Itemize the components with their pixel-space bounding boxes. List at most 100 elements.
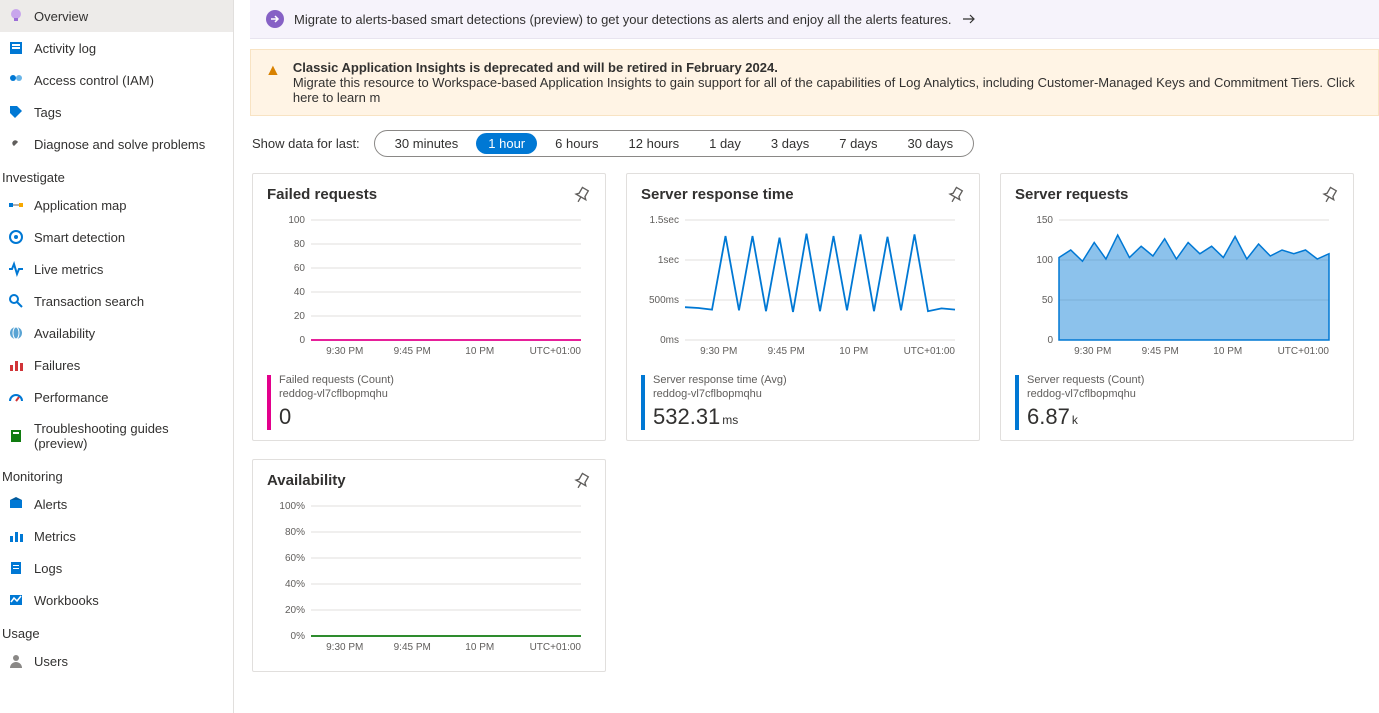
search-icon	[8, 293, 24, 309]
svg-text:20: 20	[294, 311, 306, 322]
pin-icon[interactable]	[573, 186, 591, 204]
book-icon	[8, 428, 24, 444]
app-map-icon	[8, 197, 24, 213]
pin-icon[interactable]	[947, 186, 965, 204]
legend-color-bar	[267, 375, 271, 430]
sidebar-item-live-metrics[interactable]: Live metrics	[0, 253, 233, 285]
globe-icon	[8, 325, 24, 341]
pill-12h[interactable]: 12 hours	[617, 133, 692, 154]
sidebar-item-smart-detection[interactable]: Smart detection	[0, 221, 233, 253]
svg-text:9:30 PM: 9:30 PM	[700, 346, 737, 357]
sidebar-item-label: Application map	[34, 198, 127, 213]
log-icon	[8, 40, 24, 56]
time-range-label: Show data for last:	[252, 136, 360, 151]
card-server-response-time[interactable]: Server response time 1.5sec1sec500ms0ms9…	[626, 173, 980, 441]
pill-30m[interactable]: 30 minutes	[383, 133, 471, 154]
pin-icon[interactable]	[1321, 186, 1339, 204]
sidebar-item-application-map[interactable]: Application map	[0, 189, 233, 221]
sidebar-item-performance[interactable]: Performance	[0, 381, 233, 413]
card-failed-requests[interactable]: Failed requests 1008060402009:30 PM9:45 …	[252, 173, 606, 441]
sidebar-item-troubleshooting[interactable]: Troubleshooting guides (preview)	[0, 413, 233, 459]
svg-text:10 PM: 10 PM	[465, 642, 494, 653]
chart-availability: 100%80%60%40%20%0%9:30 PM9:45 PM10 PMUTC…	[267, 498, 587, 658]
sidebar-item-label: Users	[34, 654, 68, 669]
pill-6h[interactable]: 6 hours	[543, 133, 610, 154]
card-availability[interactable]: Availability 100%80%60%40%20%0%9:30 PM9:…	[252, 459, 606, 672]
gauge-icon	[8, 389, 24, 405]
sidebar-item-diagnose[interactable]: Diagnose and solve problems	[0, 128, 233, 160]
sidebar-item-logs[interactable]: Logs	[0, 552, 233, 584]
sidebar-item-label: Troubleshooting guides (preview)	[34, 421, 223, 451]
sidebar-item-label: Activity log	[34, 41, 96, 56]
sidebar-item-workbooks[interactable]: Workbooks	[0, 584, 233, 616]
svg-text:500ms: 500ms	[649, 295, 679, 306]
pill-7d[interactable]: 7 days	[827, 133, 889, 154]
sidebar-item-activity-log[interactable]: Activity log	[0, 32, 233, 64]
sidebar-item-label: Live metrics	[34, 262, 103, 277]
banner-text: Migrate to alerts-based smart detections…	[294, 12, 952, 27]
pill-1d[interactable]: 1 day	[697, 133, 753, 154]
sidebar-item-label: Alerts	[34, 497, 67, 512]
svg-text:UTC+01:00: UTC+01:00	[530, 642, 582, 653]
time-range-pills: 30 minutes 1 hour 6 hours 12 hours 1 day…	[374, 130, 974, 157]
sidebar-item-transaction-search[interactable]: Transaction search	[0, 285, 233, 317]
svg-text:10 PM: 10 PM	[1213, 346, 1242, 357]
svg-text:60: 60	[294, 263, 306, 274]
sidebar-item-label: Access control (IAM)	[34, 73, 154, 88]
sidebar-item-label: Availability	[34, 326, 95, 341]
sidebar-group-monitoring: Monitoring	[0, 459, 233, 488]
workbooks-icon	[8, 592, 24, 608]
metrics-icon	[8, 528, 24, 544]
smart-detection-banner[interactable]: Migrate to alerts-based smart detections…	[250, 0, 1379, 39]
svg-text:9:30 PM: 9:30 PM	[326, 642, 363, 653]
svg-text:9:45 PM: 9:45 PM	[394, 346, 431, 357]
svg-text:10 PM: 10 PM	[839, 346, 868, 357]
warning-body: Migrate this resource to Workspace-based…	[293, 75, 1364, 105]
pin-icon[interactable]	[573, 472, 591, 490]
svg-text:80%: 80%	[285, 527, 305, 538]
svg-text:100%: 100%	[279, 501, 305, 512]
svg-text:150: 150	[1036, 215, 1053, 226]
warning-icon: ▲	[265, 60, 281, 105]
sidebar-item-tags[interactable]: Tags	[0, 96, 233, 128]
svg-text:9:30 PM: 9:30 PM	[1074, 346, 1111, 357]
sidebar-item-label: Smart detection	[34, 230, 125, 245]
pill-1h[interactable]: 1 hour	[476, 133, 537, 154]
user-icon	[8, 653, 24, 669]
card-server-requests[interactable]: Server requests 1501005009:30 PM9:45 PM1…	[1000, 173, 1354, 441]
sidebar-item-availability[interactable]: Availability	[0, 317, 233, 349]
legend-color-bar	[1015, 375, 1019, 430]
sidebar-item-users[interactable]: Users	[0, 645, 233, 677]
svg-text:9:45 PM: 9:45 PM	[394, 642, 431, 653]
svg-text:100: 100	[288, 215, 305, 226]
people-icon	[8, 72, 24, 88]
logs-icon	[8, 560, 24, 576]
time-range-row: Show data for last: 30 minutes 1 hour 6 …	[252, 130, 1379, 157]
chart-failed-requests: 1008060402009:30 PM9:45 PM10 PMUTC+01:00	[267, 212, 587, 362]
sidebar-item-overview[interactable]: Overview	[0, 0, 233, 32]
sidebar-item-failures[interactable]: Failures	[0, 349, 233, 381]
pulse-icon	[8, 261, 24, 277]
legend-label: Server requests (Count)	[1027, 373, 1144, 387]
svg-text:1sec: 1sec	[658, 255, 679, 266]
legend-value: 532.31	[653, 404, 720, 429]
svg-text:UTC+01:00: UTC+01:00	[1278, 346, 1330, 357]
svg-text:100: 100	[1036, 255, 1053, 266]
sidebar-item-alerts[interactable]: Alerts	[0, 488, 233, 520]
deprecation-warning[interactable]: ▲ Classic Application Insights is deprec…	[250, 49, 1379, 116]
svg-text:40: 40	[294, 287, 306, 298]
svg-text:0: 0	[1047, 335, 1053, 346]
sidebar-item-access-control[interactable]: Access control (IAM)	[0, 64, 233, 96]
svg-text:60%: 60%	[285, 553, 305, 564]
sidebar-group-investigate: Investigate	[0, 160, 233, 189]
sidebar-item-metrics[interactable]: Metrics	[0, 520, 233, 552]
failures-icon	[8, 357, 24, 373]
sidebar-item-label: Diagnose and solve problems	[34, 137, 205, 152]
sidebar-item-label: Overview	[34, 9, 88, 24]
legend-label: Failed requests (Count)	[279, 373, 394, 387]
svg-text:9:45 PM: 9:45 PM	[1142, 346, 1179, 357]
pill-3d[interactable]: 3 days	[759, 133, 821, 154]
lightbulb-icon	[8, 8, 24, 24]
pill-30d[interactable]: 30 days	[896, 133, 966, 154]
legend-sublabel: reddog-vl7cflbopmqhu	[653, 387, 787, 401]
